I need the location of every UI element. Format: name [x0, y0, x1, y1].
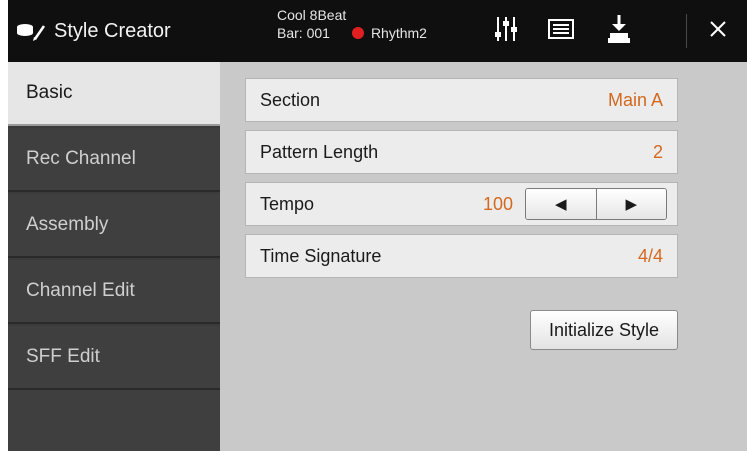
time-signature-label: Time Signature	[260, 245, 382, 266]
tab-label: SFF Edit	[26, 346, 100, 367]
header-bar: Style Creator Cool 8Beat Bar: 001 Rhythm…	[8, 0, 747, 62]
tempo-value: 100	[482, 193, 513, 214]
tempo-row[interactable]: Tempo 100 ◀ ▶	[245, 182, 678, 226]
sidebar-empty-slot	[8, 390, 220, 451]
time-signature-value: 4/4	[637, 245, 663, 266]
tab-channel-edit[interactable]: Channel Edit	[8, 260, 220, 324]
close-icon	[709, 20, 727, 43]
app-title-area: Style Creator	[16, 0, 171, 62]
tab-label: Rec Channel	[26, 148, 136, 169]
close-button[interactable]	[698, 0, 738, 62]
pattern-length-value: 2	[652, 141, 663, 162]
mixer-button[interactable]	[486, 0, 526, 62]
tempo-increase-button[interactable]: ▶	[595, 189, 666, 219]
section-row[interactable]: Section Main A	[245, 78, 678, 122]
section-value: Main A	[607, 89, 663, 110]
tab-label: Channel Edit	[26, 280, 135, 301]
tempo-stepper: ◀ ▶	[525, 188, 667, 220]
bar-counter: Bar: 001	[277, 25, 330, 41]
tab-label: Assembly	[26, 214, 109, 235]
tab-sff-edit[interactable]: SFF Edit	[8, 326, 220, 390]
right-arrow-icon: ▶	[625, 196, 638, 213]
save-button[interactable]	[599, 0, 639, 62]
pattern-length-row[interactable]: Pattern Length 2	[245, 130, 678, 174]
tab-basic[interactable]: Basic	[8, 62, 220, 126]
time-signature-row[interactable]: Time Signature 4/4	[245, 234, 678, 278]
style-creator-window: Style Creator Cool 8Beat Bar: 001 Rhythm…	[8, 0, 747, 451]
style-info: Cool 8Beat Bar: 001 Rhythm2	[277, 6, 427, 42]
main-panel: Section Main A Pattern Length 2 Tempo 10…	[220, 62, 747, 451]
sidebar: Basic Rec Channel Assembly Channel Edit …	[8, 62, 220, 451]
save-icon	[607, 14, 631, 49]
rec-channel-name: Rhythm2	[370, 25, 427, 41]
app-title: Style Creator	[54, 19, 171, 42]
section-label: Section	[260, 89, 321, 110]
style-name: Cool 8Beat	[277, 7, 347, 23]
style-creator-icon	[16, 20, 46, 42]
left-arrow-icon: ◀	[554, 196, 567, 213]
record-indicator-icon	[351, 27, 364, 39]
tempo-decrease-button[interactable]: ◀	[526, 189, 596, 219]
tab-rec-channel[interactable]: Rec Channel	[8, 128, 220, 192]
header-divider	[686, 14, 687, 48]
tab-label: Basic	[26, 82, 73, 103]
tab-assembly[interactable]: Assembly	[8, 194, 220, 258]
tempo-label: Tempo	[260, 193, 315, 214]
mixer-icon	[494, 16, 518, 47]
initialize-style-button[interactable]: Initialize Style	[530, 310, 678, 350]
list-button[interactable]	[541, 0, 581, 62]
pattern-length-label: Pattern Length	[260, 141, 379, 162]
list-icon	[548, 18, 574, 44]
